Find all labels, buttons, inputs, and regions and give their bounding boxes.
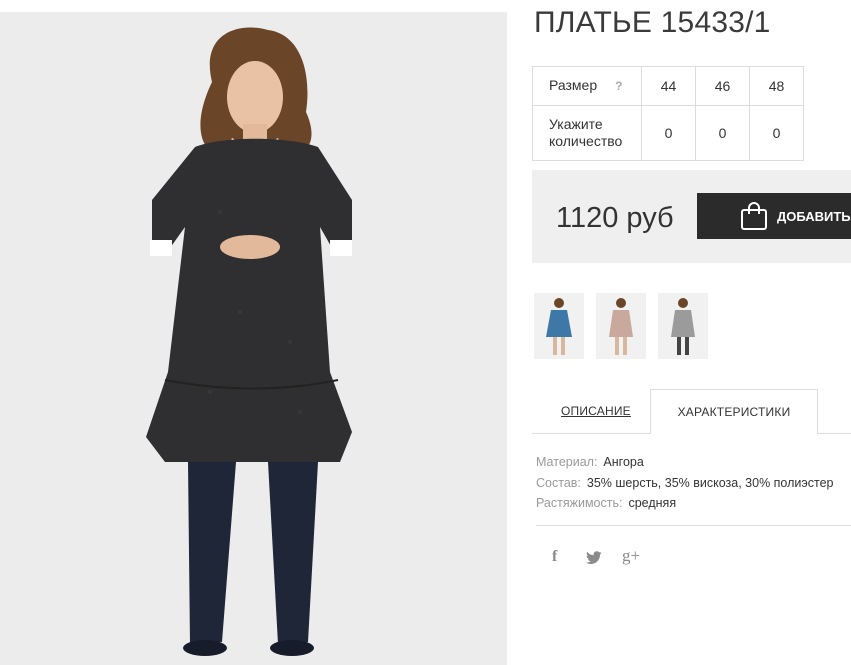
thumb-blue-dress[interactable]	[534, 293, 584, 359]
product-title: ПЛАТЬЕ 15433/1	[534, 6, 771, 39]
size-44: 44	[641, 66, 696, 106]
spec-row-stretch: Растяжимость: средняя	[536, 493, 834, 514]
price-box: 1120 руб ДОБАВИТЬ В КОРЗИНУ	[532, 170, 851, 263]
thumb-grey-dress[interactable]	[658, 293, 708, 359]
spec-row-material: Материал: Ангора	[536, 452, 834, 473]
product-info-panel: ПЛАТЬЕ 15433/1 Размер? 44 46 48 Укажите …	[532, 0, 851, 665]
spec-row-composition: Состав: 35% шерсть, 35% вискоза, 30% поли…	[536, 473, 834, 494]
facebook-icon[interactable]: f	[552, 548, 557, 566]
add-to-cart-button[interactable]: ДОБАВИТЬ В КОРЗИНУ	[697, 193, 851, 239]
size-46: 46	[695, 66, 750, 106]
tab-description[interactable]: ОПИСАНИЕ	[561, 404, 631, 418]
quantity-input-48[interactable]: 0	[749, 105, 804, 161]
quantity-input-46[interactable]: 0	[695, 105, 750, 161]
specs-list: Материал: Ангора Состав: 35% шерсть, 35% в…	[536, 452, 834, 514]
product-tabs: ОПИСАНИЕ ХАРАКТЕРИСТИКИ	[532, 389, 851, 434]
quantity-input-44[interactable]: 0	[641, 105, 696, 161]
spec-key: Состав:	[536, 475, 581, 490]
add-to-cart-label: ДОБАВИТЬ В КОРЗИНУ	[777, 209, 851, 224]
thumb-pink-dress[interactable]	[596, 293, 646, 359]
size-48: 48	[749, 66, 804, 106]
spec-key: Материал:	[536, 455, 598, 469]
twitter-icon[interactable]	[586, 551, 602, 570]
size-help-icon[interactable]: ?	[615, 79, 622, 93]
shopping-bag-icon	[741, 202, 767, 230]
spec-key: Растяжимость:	[536, 496, 623, 510]
google-plus-icon[interactable]: g+	[622, 546, 640, 566]
product-photo[interactable]	[0, 12, 507, 665]
size-label: Размер	[549, 77, 598, 93]
quantity-label-cell: Укажите количество	[532, 105, 642, 161]
product-price: 1120 руб	[556, 202, 674, 234]
thumb-blue-image	[534, 293, 584, 359]
thumb-grey-image	[658, 293, 708, 359]
size-quantity-table: Размер? 44 46 48 Укажите количество 0 0 …	[532, 66, 804, 161]
quantity-label-line1: Укажите	[549, 116, 603, 132]
quantity-label-line2: количество	[549, 133, 623, 149]
specs-divider	[536, 525, 851, 526]
tab-characteristics[interactable]: ХАРАКТЕРИСТИКИ	[650, 389, 818, 434]
thumb-pink-image	[596, 293, 646, 359]
spec-value: средняя	[628, 496, 677, 510]
spec-value: 35% шерсть, 35% вискоза, 30% полиэстер	[586, 475, 834, 490]
size-label-cell: Размер?	[532, 66, 642, 106]
dress-model-illustration	[0, 12, 507, 665]
twitter-bird-icon	[586, 551, 602, 564]
spec-value: Ангора	[603, 455, 644, 469]
